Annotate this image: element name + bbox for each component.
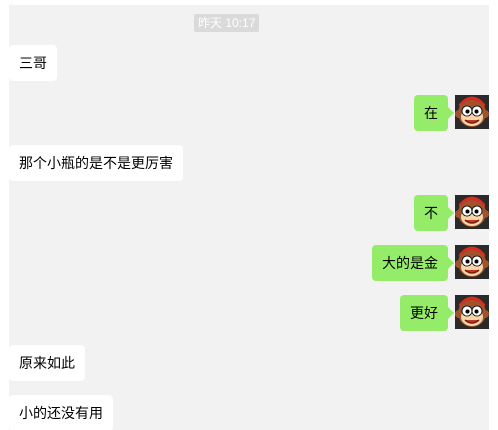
message-timestamp: 昨天 10:17 (194, 14, 260, 32)
monkey-avatar-icon[interactable] (455, 195, 489, 229)
monkey-avatar-icon[interactable] (455, 295, 489, 329)
monkey-avatar-icon[interactable] (455, 95, 489, 129)
message-row: 更好 (9, 295, 489, 333)
outgoing-message-bubble[interactable]: 在 (414, 95, 454, 131)
outgoing-message-bubble[interactable]: 更好 (400, 295, 454, 331)
incoming-message-bubble[interactable]: 小的还没有用 (9, 395, 113, 430)
chat-message-area[interactable]: 昨天 10:17 三哥 在 那个小瓶的是不是更厉害 不 大的是金 更好 原来如此… (9, 5, 489, 430)
incoming-message-bubble[interactable]: 那个小瓶的是不是更厉害 (9, 145, 183, 181)
message-row: 不 (9, 195, 489, 233)
incoming-message-bubble[interactable]: 三哥 (9, 45, 57, 81)
message-row: 那个小瓶的是不是更厉害 (9, 145, 489, 183)
monkey-avatar-icon[interactable] (455, 245, 489, 279)
message-row: 原来如此 (9, 345, 489, 383)
incoming-message-bubble[interactable]: 原来如此 (9, 345, 85, 381)
outgoing-message-bubble[interactable]: 不 (414, 195, 454, 231)
message-row: 在 (9, 95, 489, 133)
message-row: 大的是金 (9, 245, 489, 283)
outgoing-message-bubble[interactable]: 大的是金 (372, 245, 454, 281)
message-row: 小的还没有用 (9, 395, 489, 430)
message-row: 三哥 (9, 45, 489, 83)
